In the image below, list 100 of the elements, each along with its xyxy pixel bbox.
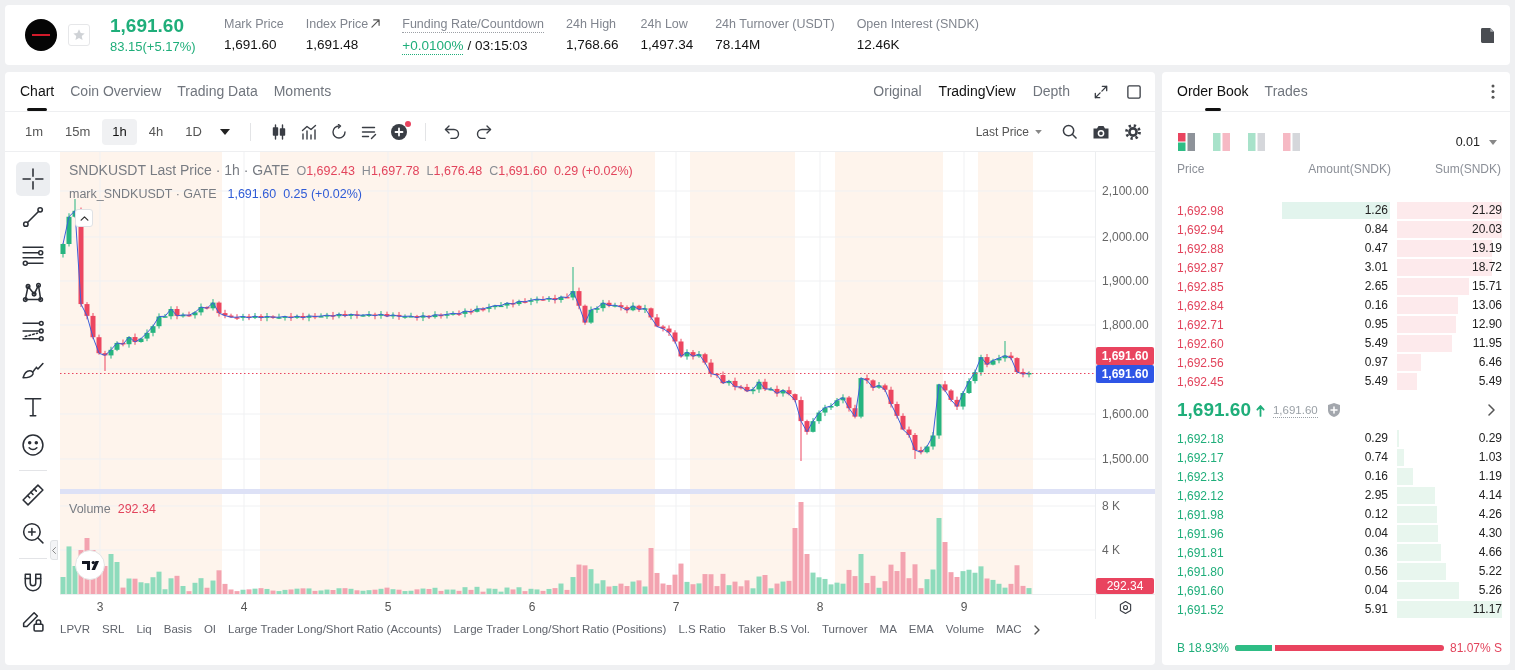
view-mode-tab[interactable]: TradingView (938, 81, 1016, 102)
time-axis-label: 6 (528, 599, 536, 615)
bid-sum: 11.17 (1472, 601, 1502, 618)
stat-value: 1,691.60 (224, 35, 277, 54)
search-icon[interactable] (1062, 124, 1077, 139)
bid-amount: 0.04 (1363, 582, 1389, 599)
indicator-tab[interactable]: Turnover (822, 621, 868, 639)
stat-value: 1,691.48 (305, 35, 359, 54)
ohlc-value: L1,676.48 (426, 163, 483, 180)
volume-axis-label: 8 K (1102, 498, 1120, 514)
indicator-tab[interactable]: L.S Ratio (678, 621, 726, 639)
indicator-tab[interactable]: OI (203, 621, 217, 639)
bid-sum: 1.19 (1478, 468, 1502, 485)
stat-value: 1,768.66 (566, 35, 619, 54)
candles-icon[interactable] (270, 123, 287, 140)
time-axis-label: 3 (96, 599, 104, 615)
ask-price: 1,692.94 (1177, 221, 1225, 239)
collapse-legend-button[interactable] (75, 209, 93, 227)
order-book-layout-icon[interactable] (1178, 133, 1195, 151)
price-change: 83.15(+5.17%) (110, 38, 196, 56)
ask-amount: 0.95 (1363, 316, 1389, 333)
view-mode-tab[interactable]: Original (873, 81, 922, 102)
funding-rate: +0.0100% (402, 36, 464, 55)
chevron-right-icon[interactable] (1033, 625, 1040, 635)
tab[interactable]: Order Book (1177, 72, 1249, 111)
notebook-icon[interactable] (1481, 27, 1494, 43)
mark-price: 1,691.60 (1272, 402, 1318, 418)
logo-icon (25, 19, 57, 51)
ask-amount: 0.16 (1363, 297, 1389, 314)
index-price-link[interactable]: Index Price (305, 15, 381, 32)
refresh-icon[interactable] (330, 123, 347, 140)
ask-price: 1,692.84 (1177, 297, 1225, 315)
view-mode-tab[interactable]: Depth (1032, 81, 1070, 102)
tab[interactable]: Trades (1264, 72, 1308, 111)
bid-price: 1,691.81 (1177, 544, 1225, 562)
indicator-tab[interactable]: Liq (136, 621, 152, 639)
chevron-right-icon[interactable] (1488, 404, 1495, 416)
pattern-icon (21, 282, 44, 304)
sidebar-collapse-button[interactable] (50, 540, 58, 560)
funding-countdown: / 03:15:03 (467, 36, 528, 55)
caret-down-icon (1035, 129, 1042, 134)
indicator-tab[interactable]: MA (879, 621, 897, 639)
crosshair-icon (21, 168, 44, 190)
price-axis-label: 1,500.00 (1102, 451, 1149, 467)
indicator-tab[interactable]: MAC (996, 621, 1022, 639)
plus-circle-icon[interactable] (390, 123, 407, 140)
expand-icon[interactable] (1094, 84, 1108, 99)
redo-icon[interactable] (475, 124, 492, 139)
tab[interactable]: Chart (20, 72, 55, 111)
time-axis-label: 4 (240, 599, 248, 615)
bid-sum: 4.26 (1478, 506, 1502, 523)
mark-price-change: 0.25 (+0.02%) (283, 186, 363, 203)
interval-button[interactable]: 15m (55, 118, 101, 145)
ask-price: 1,692.85 (1177, 278, 1225, 296)
indicators-icon[interactable] (300, 123, 317, 140)
bid-amount: 0.12 (1363, 506, 1389, 523)
bid-sum: 1.03 (1478, 449, 1502, 466)
more-icon[interactable] (1491, 84, 1495, 99)
ask-amount: 0.84 (1363, 221, 1389, 238)
interval-button[interactable]: 1m (15, 118, 54, 145)
price-source-dropdown[interactable]: Last Price (975, 122, 1042, 141)
indicator-tab[interactable]: SRL (102, 621, 125, 639)
indicator-tab[interactable]: EMA (908, 621, 934, 639)
interval-button[interactable]: 1D (175, 118, 212, 145)
caret-down-icon[interactable] (219, 128, 230, 135)
camera-icon[interactable] (1093, 124, 1109, 139)
price-change: 0.29 (+0.02%) (553, 163, 633, 180)
indicator-tab[interactable]: Basis (163, 621, 192, 639)
ask-sum: 19.19 (1471, 240, 1502, 257)
stat-label: Mark Price (224, 15, 284, 32)
ask-amount: 0.97 (1363, 354, 1389, 371)
indicator-tab[interactable]: LPVR (60, 621, 91, 639)
settings-icon[interactable] (1118, 599, 1133, 615)
indicator-tab[interactable]: Taker B.S Vol. (737, 621, 810, 639)
mark-price-value: 1,691.60 (227, 186, 277, 203)
settings-icon[interactable] (1125, 123, 1141, 140)
undo-icon[interactable] (443, 124, 460, 139)
ask-price: 1,692.87 (1177, 259, 1225, 277)
buy-ratio-label: B 18.93% (1177, 640, 1230, 657)
tab[interactable]: Moments (273, 72, 332, 111)
ohlc-value: C1,691.60 (489, 163, 547, 180)
price-axis-label: 2,100.00 (1102, 183, 1149, 199)
indicator-tab[interactable]: Volume (945, 621, 985, 639)
interval-button[interactable]: 4h (138, 118, 174, 145)
time-axis-label: 9 (960, 599, 968, 615)
tab[interactable]: Trading Data (177, 72, 258, 111)
indicator-tab[interactable]: Large Trader Long/Short Ratio (Accounts) (228, 621, 442, 639)
indicator-tab[interactable]: Large Trader Long/Short Ratio (Positions) (453, 621, 667, 639)
precision-dropdown[interactable]: 0.01 (1455, 132, 1497, 152)
bid-amount: 5.91 (1363, 601, 1389, 618)
square-icon[interactable] (1127, 84, 1141, 99)
mark-title: mark_SNDKUSDT · GATE (69, 186, 217, 203)
ask-sum: 5.49 (1478, 373, 1502, 390)
zoom-in-icon (21, 522, 44, 544)
ask-price: 1,692.45 (1177, 373, 1225, 391)
bid-sum: 5.26 (1478, 582, 1502, 599)
bid-price: 1,692.12 (1177, 487, 1225, 505)
tab[interactable]: Coin Overview (70, 72, 162, 111)
interval-button[interactable]: 1h (102, 118, 137, 145)
drawing-tool-button[interactable] (15, 162, 50, 196)
